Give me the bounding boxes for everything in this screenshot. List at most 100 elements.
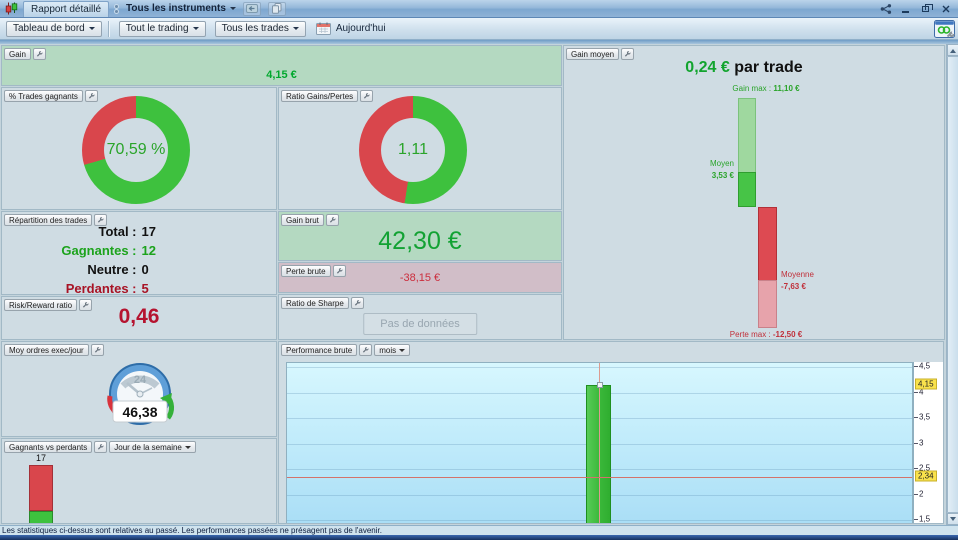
gain-value: 4,15 € xyxy=(266,69,297,81)
panel-label-button[interactable]: Gain moyen xyxy=(566,48,620,60)
wrench-icon-button[interactable] xyxy=(84,90,98,102)
panel-label-button[interactable]: Gagnants vs perdants xyxy=(4,441,93,453)
wrench-icon-button[interactable] xyxy=(94,214,108,226)
triangle-up-icon xyxy=(950,46,956,53)
toolbar-separator xyxy=(107,20,109,37)
dashboard-dropdown-label: Tableau de bord xyxy=(13,23,85,34)
wrench-icon-button[interactable] xyxy=(621,48,635,60)
window-titlebar: Rapport détaillé Tous les instruments xyxy=(0,0,958,18)
panel-label-button[interactable]: % Trades gagnants xyxy=(4,90,83,102)
panel-label-button[interactable]: Performance brute xyxy=(281,344,358,356)
panel-pct-trades-gagnants: % Trades gagnants 70,59 % xyxy=(1,87,277,210)
panel-repartition-des-trades: Répartition des trades Total :17 Gagnant… xyxy=(1,211,277,295)
dashboard-grid: Gain 4,15 € % Trades gagnants 70,59 % Ra… xyxy=(0,44,958,525)
trading-scope-dropdown-label: Tout le trading xyxy=(125,23,189,34)
vertical-scrollbar[interactable] xyxy=(946,44,958,525)
weekday-dropdown[interactable]: Jour de la semaine xyxy=(109,441,196,453)
triangle-down-icon xyxy=(950,516,956,524)
wrench-icon xyxy=(363,92,370,100)
average-gain-value: 0,24 € xyxy=(685,59,730,76)
panel-ratio-gains-pertes: Ratio Gains/Pertes 1,11 xyxy=(278,87,562,210)
y-tick-label: 4,5 xyxy=(919,361,931,371)
wrench-icon-button[interactable] xyxy=(94,441,108,453)
crosshair-marker xyxy=(597,382,603,388)
wrench-icon-button[interactable] xyxy=(90,344,104,356)
wrench-icon-button[interactable] xyxy=(360,90,374,102)
panel-label-button[interactable]: Moy ordres exec/jour xyxy=(4,344,89,356)
wrench-icon xyxy=(82,301,89,309)
scroll-down-button[interactable] xyxy=(947,513,958,525)
panel-ratio-de-sharpe: Ratio de Sharpe Pas de données xyxy=(278,294,562,340)
back-icon xyxy=(245,4,258,13)
wrench-icon-button[interactable] xyxy=(79,299,93,311)
instruments-dropdown[interactable]: Tous les instruments xyxy=(126,3,236,14)
bar-total-label: 17 xyxy=(35,453,46,463)
panel-label-button[interactable]: Gain xyxy=(4,48,31,60)
no-data-button: Pas de données xyxy=(363,313,477,335)
trades-filter-dropdown-label: Tous les trades xyxy=(221,23,289,34)
y-tick-label: 1,5 xyxy=(919,514,931,524)
panel-label-button[interactable]: Ratio de Sharpe xyxy=(281,297,349,309)
scrollbar-thumb[interactable] xyxy=(947,56,958,513)
report-tab[interactable]: Rapport détaillé xyxy=(23,0,110,17)
wrench-icon xyxy=(362,346,369,354)
losing-bar-segment xyxy=(29,465,53,511)
toolbar-grip-handle[interactable] xyxy=(115,4,119,13)
wrench-icon-button[interactable] xyxy=(332,265,346,277)
scroll-up-button[interactable] xyxy=(947,44,958,56)
losing-row: Perdantes :5 xyxy=(65,281,149,295)
panel-label-button[interactable]: Gain brut xyxy=(281,214,324,226)
chart-settings-icon[interactable] xyxy=(934,20,955,41)
minimize-icon xyxy=(902,10,909,13)
copy-icon xyxy=(271,3,282,14)
trade-breakdown-list: Total :17 Gagnantes :12 Neutre :0 Perdan… xyxy=(2,222,276,295)
report-tab-label: Rapport détaillé xyxy=(31,3,102,15)
clock-24-label: 24 xyxy=(134,374,147,386)
panel-label-button[interactable]: Perte brute xyxy=(281,265,331,277)
close-button[interactable] xyxy=(939,3,952,15)
share-icon[interactable] xyxy=(880,3,892,14)
wrench-icon xyxy=(36,50,43,58)
period-today-label[interactable]: Aujourd'hui xyxy=(336,23,386,34)
performance-chart-area[interactable] xyxy=(286,362,913,523)
minimize-button[interactable] xyxy=(899,3,912,15)
panel-gagnants-vs-perdants: Gagnants vs perdants Jour de la semaine … xyxy=(1,438,277,524)
panel-risk-reward: Risk/Reward ratio 0,46 xyxy=(1,296,277,340)
winning-trades-donut-chart: 70,59 % xyxy=(82,96,190,204)
wrench-icon-button[interactable] xyxy=(325,214,339,226)
moyen-label: Moyen xyxy=(709,159,734,168)
wrench-icon-button[interactable] xyxy=(350,297,364,309)
previous-view-button[interactable] xyxy=(242,1,261,16)
y-tick-label: 3,5 xyxy=(919,412,931,422)
max-loss-bar xyxy=(758,280,777,328)
moyen-value: 3,53 € xyxy=(711,171,734,180)
average-loss-bar xyxy=(758,207,777,280)
current-value-label: 4,15 xyxy=(915,378,937,390)
wrench-icon-button[interactable] xyxy=(32,48,46,60)
panel-gain: Gain 4,15 € xyxy=(1,45,562,86)
restore-button[interactable] xyxy=(919,3,933,15)
wrench-icon-button[interactable] xyxy=(359,344,373,356)
calendar-icon[interactable] xyxy=(315,22,331,35)
average-gain-suffix: par trade xyxy=(734,59,803,76)
period-dropdown[interactable]: mois xyxy=(374,344,411,356)
gain-max-label: Gain max : 11,10 € xyxy=(732,84,800,93)
gain-loss-ratio-value: 1,11 xyxy=(398,141,428,158)
panel-label-button[interactable]: Risk/Reward ratio xyxy=(4,299,78,311)
wrench-icon xyxy=(336,267,343,275)
gross-gain-value: 42,30 € xyxy=(378,227,462,255)
wrench-icon xyxy=(354,299,361,307)
dashboard-dropdown[interactable]: Tableau de bord xyxy=(6,20,102,37)
panel-gain-brut: Gain brut 42,30 € xyxy=(278,211,562,261)
neutral-row: Neutre :0 xyxy=(87,262,149,277)
panel-label-button[interactable]: Répartition des trades xyxy=(4,214,93,226)
close-icon xyxy=(942,5,949,12)
copy-report-button[interactable] xyxy=(267,1,286,16)
panel-label-button[interactable]: Ratio Gains/Pertes xyxy=(281,90,359,102)
trading-scope-dropdown[interactable]: Tout le trading xyxy=(118,20,206,37)
performance-y-axis: 4,5 4 3,5 3 2,5 2 1,5 4,15 2,34 xyxy=(913,361,943,524)
trades-filter-dropdown[interactable]: Tous les trades xyxy=(214,20,306,37)
moyenne-value: -7,63 € xyxy=(781,282,806,291)
wrench-icon xyxy=(94,346,101,354)
panel-performance-brute: Performance brute mois 4,5 4 3,5 3 2,5 2… xyxy=(278,341,944,524)
